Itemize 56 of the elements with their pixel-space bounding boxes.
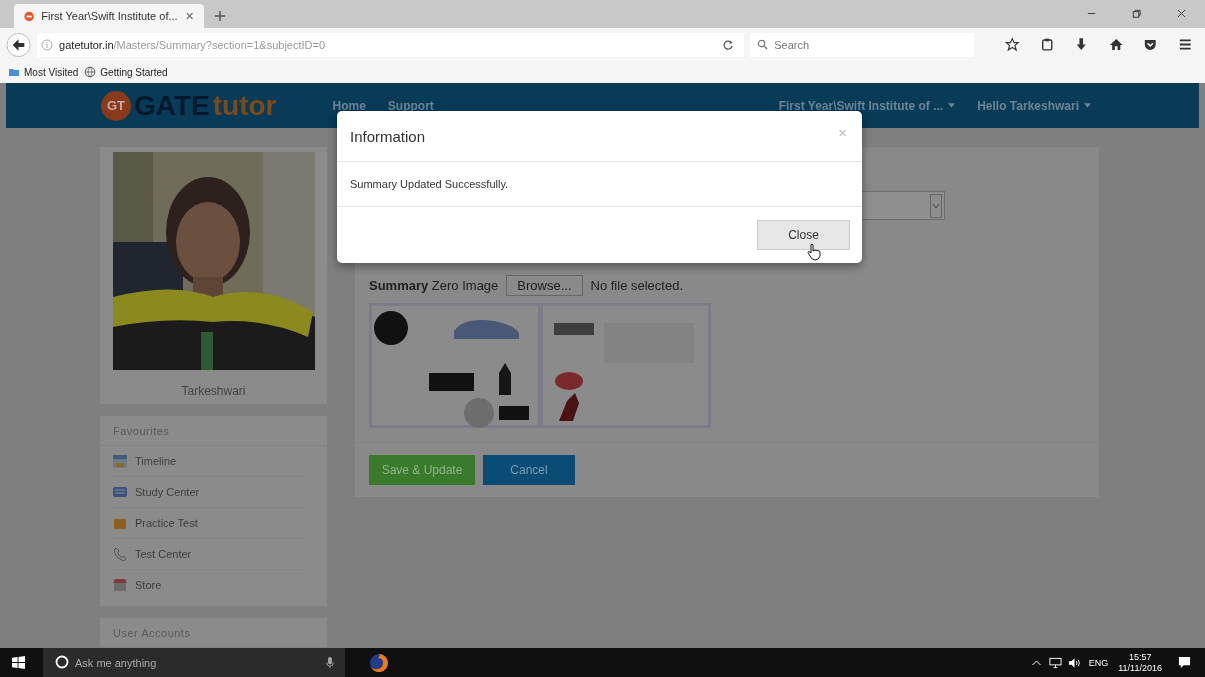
close-button[interactable]: × — [836, 124, 849, 140]
globe-icon — [84, 66, 97, 79]
close-window-icon[interactable] — [1176, 8, 1187, 20]
nav-link[interactable]: Home — [332, 98, 366, 113]
site-favicon-icon — [24, 10, 35, 22]
field-label: Summary Zero Image — [369, 277, 499, 293]
restore-icon[interactable] — [1131, 8, 1142, 20]
pocket-icon[interactable] — [1143, 37, 1158, 53]
dialog-message: Summary Updated Successfully. — [337, 162, 862, 207]
windows-start-icon[interactable] — [12, 656, 25, 669]
browser-tab[interactable]: First Year\Swift Institute of... — [14, 4, 204, 29]
browse-button[interactable]: Browse... — [506, 274, 583, 296]
caret-icon — [1084, 103, 1091, 108]
address-bar[interactable]: gatetutor.in/Masters/Summary?section=1&subjectID=0 — [37, 32, 745, 57]
home-icon[interactable] — [1108, 37, 1124, 53]
browser-app-icon[interactable] — [369, 652, 389, 673]
search-field[interactable]: Search — [750, 32, 975, 57]
caret-icon — [930, 193, 942, 218]
clipboard-icon[interactable] — [1039, 37, 1055, 53]
close-tab-icon[interactable] — [184, 11, 194, 22]
microphone-icon[interactable] — [325, 656, 335, 669]
sidebar-item[interactable]: Practice Test — [112, 508, 307, 539]
save-button[interactable]: Save & Update — [369, 455, 475, 485]
notification-icon[interactable] — [1178, 656, 1191, 669]
sidebar-item[interactable]: Test Center — [112, 539, 307, 570]
network-icon[interactable] — [1048, 656, 1062, 669]
file-status: No file selected. — [590, 277, 684, 293]
info-icon — [41, 38, 54, 51]
sidebar-item[interactable]: Store — [112, 570, 307, 600]
star-icon[interactable] — [1005, 37, 1020, 53]
nav-menu[interactable]: First Year\Swift Institute of ... — [778, 98, 956, 113]
circle-icon — [55, 655, 69, 669]
cancel-button[interactable]: Cancel — [483, 455, 575, 485]
nav-link[interactable]: Support — [387, 98, 434, 113]
back-icon[interactable] — [6, 31, 32, 58]
caret-icon — [948, 103, 956, 108]
clock[interactable]: 15:57 11/11/2016 — [1118, 651, 1162, 674]
bookmark-link[interactable]: Most Visited — [8, 66, 79, 79]
folder-icon — [8, 66, 20, 79]
bookmark-link[interactable]: Getting Started — [84, 66, 168, 79]
speaker-icon[interactable] — [1067, 656, 1081, 669]
sidebar-item[interactable]: Timeline — [112, 446, 307, 477]
store-icon — [112, 577, 128, 593]
language-indicator[interactable]: ENG — [1088, 657, 1109, 668]
close-button[interactable]: Close — [757, 220, 850, 250]
dialog-title: Information — [350, 127, 426, 145]
taskbar-search-field[interactable]: Ask me anything — [43, 648, 345, 677]
sidebar-item[interactable]: Study Center — [112, 477, 307, 508]
profile-name: Tarkeshwari — [181, 384, 246, 398]
book-icon — [112, 484, 128, 500]
nav-menu[interactable]: Hello Tarkeshwari — [977, 98, 1091, 113]
calendar-icon — [112, 453, 128, 469]
search-icon — [757, 38, 769, 50]
reload-icon[interactable] — [722, 38, 735, 51]
new-tab-icon[interactable] — [214, 10, 226, 23]
phone-icon — [112, 546, 128, 562]
